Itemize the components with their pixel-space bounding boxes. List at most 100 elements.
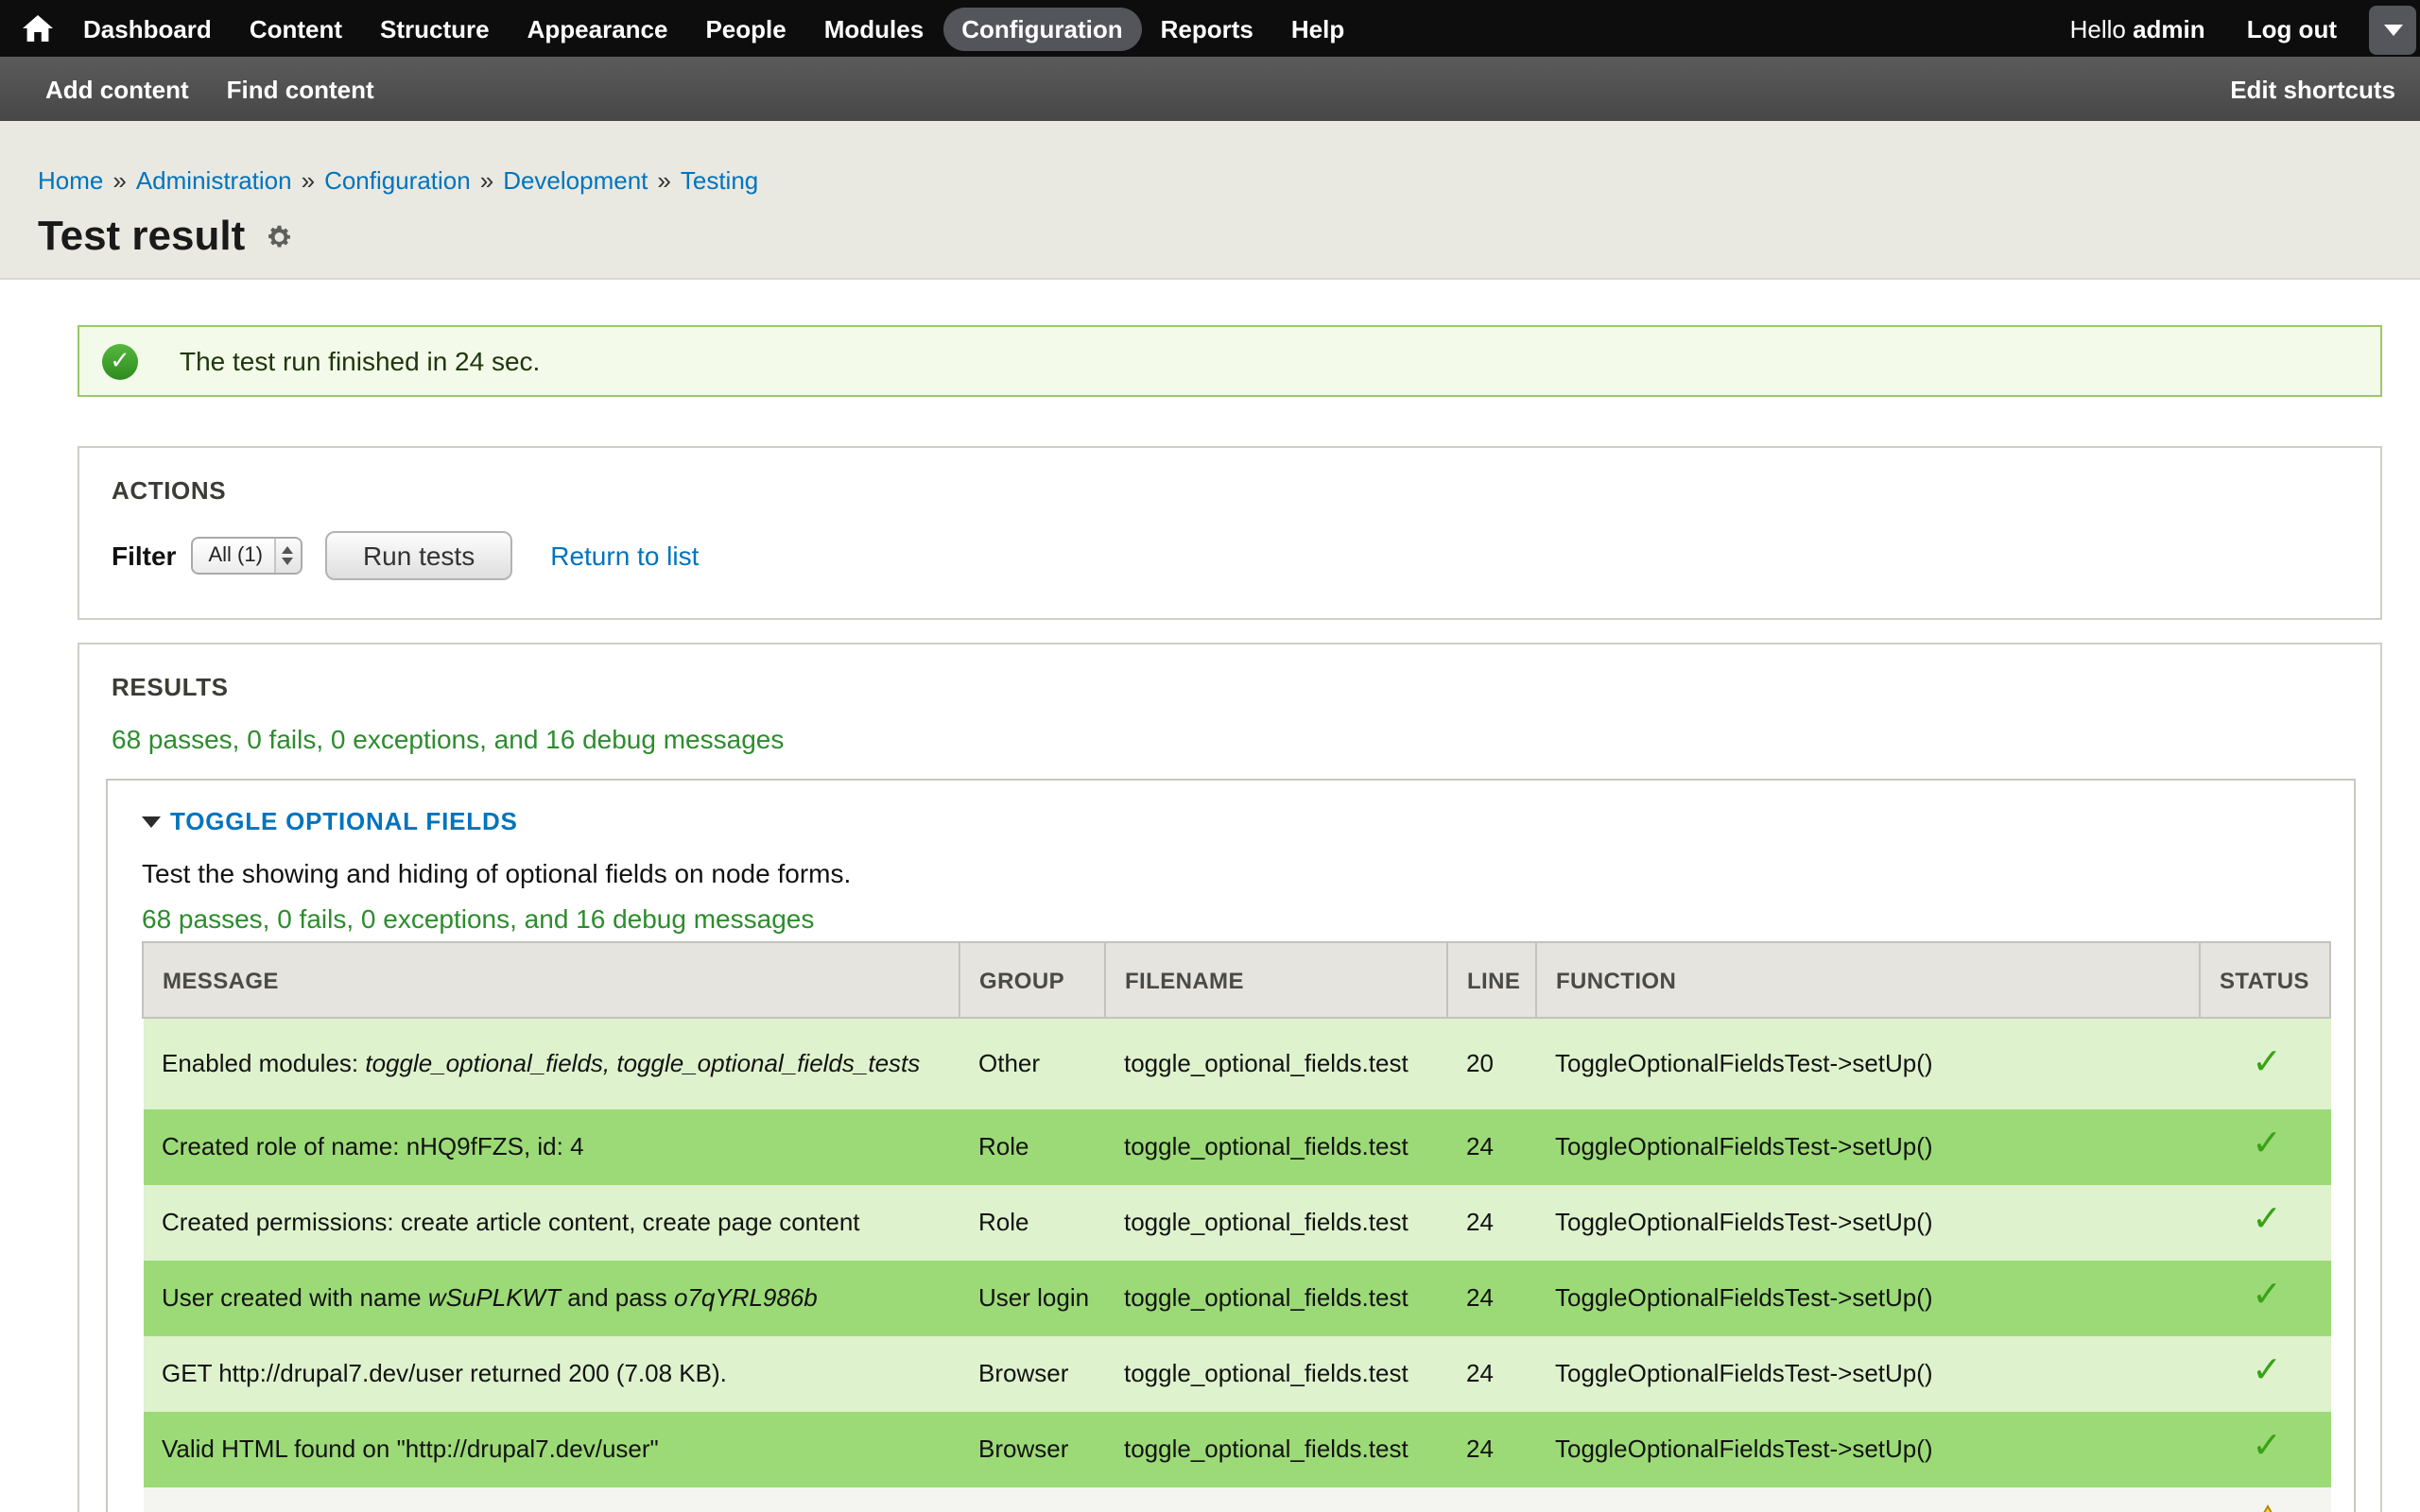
message-cell: Enabled modules: toggle_optional_fields,… — [143, 1018, 959, 1108]
home-icon[interactable] — [23, 15, 53, 42]
pass-check-icon: ✓ — [2252, 1277, 2282, 1316]
toolbar-item-content[interactable]: Content — [231, 7, 361, 50]
drupal-admin-page: DashboardContentStructureAppearancePeopl… — [0, 0, 2420, 1512]
table-row: Verbose messageDebugtoggle_optional_fiel… — [143, 1486, 2330, 1512]
filename-cell: toggle_optional_fields.test — [1105, 1018, 1447, 1108]
table-row: Created role of name: nHQ9fFZS, id: 4Rol… — [143, 1108, 2330, 1184]
message-italic-text: toggle_optional_fields, toggle_optional_… — [365, 1049, 920, 1077]
status-cell: ✓ — [2200, 1335, 2330, 1411]
message-cell: Created role of name: nHQ9fFZS, id: 4 — [143, 1108, 959, 1184]
status-message-text: The test run finished in 24 sec. — [180, 346, 540, 376]
collapse-caret-icon — [142, 816, 161, 827]
line-cell: 24 — [1447, 1184, 1536, 1260]
greeting-text: Hello — [2070, 14, 2126, 43]
function-cell: ToggleOptionalFieldsTest->setUp() — [1536, 1184, 2200, 1260]
toolbar-item-configuration[interactable]: Configuration — [942, 7, 1141, 50]
message-cell: Created permissions: create article cont… — [143, 1184, 959, 1260]
filename-cell: toggle_optional_fields.test — [1105, 1260, 1447, 1335]
breadcrumb-separator: » — [657, 166, 670, 195]
status-cell: ✓ — [2200, 1108, 2330, 1184]
logout-link[interactable]: Log out — [2247, 14, 2337, 43]
actions-panel: ACTIONS Filter All (1) Run tests Return … — [78, 446, 2382, 620]
function-cell: ToggleOptionalFieldsTest->setUp() — [1536, 1260, 2200, 1335]
table-row: Valid HTML found on "http://drupal7.dev/… — [143, 1411, 2330, 1486]
toolbar-item-structure[interactable]: Structure — [361, 7, 509, 50]
table-row: GET http://drupal7.dev/user returned 200… — [143, 1335, 2330, 1411]
status-cell: ✓ — [2200, 1018, 2330, 1108]
breadcrumb-link-development[interactable]: Development — [503, 166, 648, 195]
status-message: ✓ The test run finished in 24 sec. — [78, 325, 2382, 397]
toolbar-item-reports[interactable]: Reports — [1142, 7, 1272, 50]
message-italic-text: o7qYRL986b — [674, 1283, 818, 1312]
toolbar-toggle-button[interactable] — [2369, 6, 2416, 55]
breadcrumb-link-configuration[interactable]: Configuration — [324, 166, 471, 195]
shortcut-add-content[interactable]: Add content — [45, 75, 189, 103]
run-tests-button[interactable]: Run tests — [325, 531, 512, 580]
breadcrumb-link-home[interactable]: Home — [38, 166, 103, 195]
filter-row: Filter All (1) Run tests Return to list — [112, 531, 2380, 618]
group-cell: Role — [959, 1108, 1105, 1184]
message-cell: Valid HTML found on "http://drupal7.dev/… — [143, 1411, 959, 1486]
function-cell: ToggleOptionalFieldsTest->setUp() — [1536, 1411, 2200, 1486]
breadcrumb-separator: » — [302, 166, 315, 195]
breadcrumb-link-testing[interactable]: Testing — [681, 166, 758, 195]
breadcrumb-link-administration[interactable]: Administration — [136, 166, 292, 195]
group-cell: Role — [959, 1184, 1105, 1260]
filter-select-value: All (1) — [193, 539, 273, 573]
message-italic-text: wSuPLKWT — [428, 1283, 561, 1312]
table-header-row: MESSAGEGROUPFILENAMELINEFUNCTIONSTATUS — [143, 942, 2330, 1018]
message-cell: Verbose message — [143, 1486, 959, 1512]
user-greeting-link[interactable]: Hello admin — [2070, 14, 2205, 43]
page-title-row: Test result — [38, 212, 2420, 261]
edit-shortcuts-link[interactable]: Edit shortcuts — [2230, 75, 2395, 103]
pass-check-icon: ✓ — [2252, 1352, 2282, 1392]
gear-icon[interactable] — [264, 222, 292, 250]
pass-check-icon: ✓ — [2252, 1125, 2282, 1165]
group-cell: Browser — [959, 1335, 1105, 1411]
home-icon-glyph — [23, 15, 53, 42]
group-cell: User login — [959, 1260, 1105, 1335]
breadcrumb: Home » Administration » Configuration » Develo… — [38, 166, 2420, 195]
shortcut-find-content[interactable]: Find content — [227, 75, 374, 103]
filter-select[interactable]: All (1) — [191, 537, 302, 575]
test-group-fieldset: TOGGLE OPTIONAL FIELDS Test the showing … — [106, 779, 2356, 1512]
test-group-description: Test the showing and hiding of optional … — [142, 858, 2320, 888]
table-body: Enabled modules: toggle_optional_fields,… — [143, 1018, 2330, 1512]
function-cell: ToggleOptionalFieldsTest->setUp() — [1536, 1108, 2200, 1184]
results-panel: RESULTS 68 passes, 0 fails, 0 exceptions… — [78, 643, 2382, 1512]
results-table: MESSAGEGROUPFILENAMELINEFUNCTIONSTATUS E… — [142, 941, 2331, 1512]
line-cell: 24 — [1447, 1335, 1536, 1411]
results-summary: 68 passes, 0 fails, 0 exceptions, and 16… — [112, 724, 2348, 754]
toolbar-item-modules[interactable]: Modules — [805, 7, 942, 50]
function-cell: ToggleOptionalFieldsTest->setUp() — [1536, 1018, 2200, 1108]
table-row: Enabled modules: toggle_optional_fields,… — [143, 1018, 2330, 1108]
toolbar-item-help[interactable]: Help — [1272, 7, 1363, 50]
return-to-list-link[interactable]: Return to list — [550, 541, 699, 571]
chevron-down-icon — [2383, 25, 2402, 36]
breadcrumb-separator: » — [480, 166, 493, 195]
fieldset-legend: TOGGLE OPTIONAL FIELDS — [142, 807, 2320, 835]
group-cell: Debug — [959, 1486, 1105, 1512]
toolbar-item-people[interactable]: People — [686, 7, 804, 50]
results-title: RESULTS — [79, 644, 2380, 701]
main-content: ✓ The test run finished in 24 sec. ACTIO… — [0, 325, 2420, 1512]
toolbar-item-dashboard[interactable]: Dashboard — [64, 7, 231, 50]
pass-check-icon: ✓ — [2252, 1428, 2282, 1468]
message-text: Enabled modules: — [162, 1049, 365, 1077]
function-cell: ToggleOptionalFieldsTest->setUp() — [1536, 1486, 2200, 1512]
message-cell: GET http://drupal7.dev/user returned 200… — [143, 1335, 959, 1411]
test-group-title-link[interactable]: TOGGLE OPTIONAL FIELDS — [170, 807, 518, 835]
actions-title: ACTIONS — [79, 448, 2380, 505]
toolbar-user-area: Hello admin Log out — [2070, 14, 2337, 43]
select-stepper-icon — [274, 539, 301, 573]
column-header-line: LINE — [1447, 942, 1536, 1018]
toolbar-item-appearance[interactable]: Appearance — [509, 7, 687, 50]
table-row: Created permissions: create article cont… — [143, 1184, 2330, 1260]
status-cell — [2200, 1486, 2330, 1512]
group-cell: Browser — [959, 1411, 1105, 1486]
status-cell: ✓ — [2200, 1411, 2330, 1486]
line-cell: 24 — [1447, 1260, 1536, 1335]
column-header-filename: FILENAME — [1105, 942, 1447, 1018]
pass-check-icon: ✓ — [2252, 1042, 2282, 1082]
warning-icon — [2251, 1505, 2283, 1512]
